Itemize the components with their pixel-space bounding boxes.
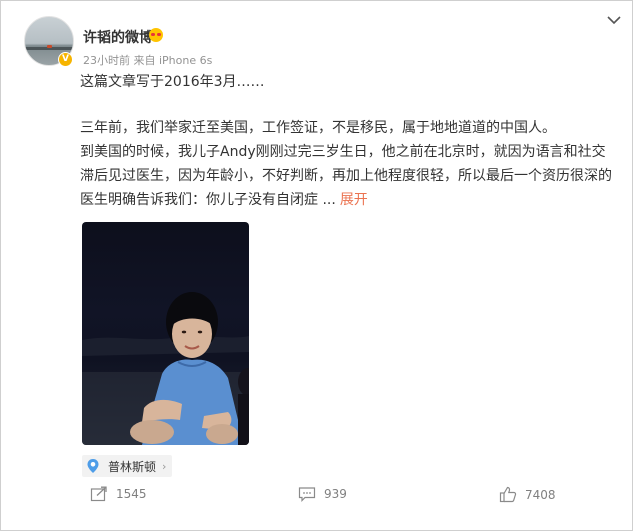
share-button[interactable]: 1545	[90, 486, 147, 502]
action-bar: 1545 939 7408	[0, 486, 633, 514]
post-paragraph: 到美国的时候，我儿子Andy刚刚过完三岁生日，他之前在北京时，就因为语言和社交滞…	[80, 140, 615, 212]
comment-count: 939	[324, 487, 347, 501]
share-count: 1545	[116, 487, 147, 501]
like-button[interactable]: 7408	[499, 486, 556, 503]
location-arrow: ›	[162, 459, 167, 473]
like-count: 7408	[525, 487, 556, 502]
author-name[interactable]: 许韬的微博	[83, 27, 153, 47]
share-icon	[90, 486, 107, 502]
expand-link[interactable]: 展开	[340, 192, 368, 208]
chevron-down-icon[interactable]	[605, 13, 623, 27]
post-meta: 23小时前 来自 iPhone 6s	[83, 54, 213, 67]
location-tag[interactable]: 普林斯顿 ›	[82, 455, 173, 477]
post-paragraph: 这篇文章写于2016年3月……	[80, 74, 265, 90]
photo-illustration	[82, 292, 249, 445]
comment-button[interactable]: 939	[298, 486, 347, 502]
location-label: 普林斯顿	[108, 459, 157, 474]
location-pin-icon	[87, 459, 99, 473]
post-photo[interactable]	[82, 222, 249, 445]
thumbs-up-icon	[499, 486, 517, 503]
post-content: 这篇文章写于2016年3月…… 三年前，我们举家迁至美国，工作签证，不是移民，属…	[80, 70, 615, 212]
member-emoji-icon	[149, 28, 163, 42]
verified-badge-icon: V	[58, 52, 73, 67]
comment-icon	[298, 487, 316, 502]
post-paragraph: 三年前，我们举家迁至美国，工作签证，不是移民，属于地地道道的中国人。	[80, 120, 556, 136]
